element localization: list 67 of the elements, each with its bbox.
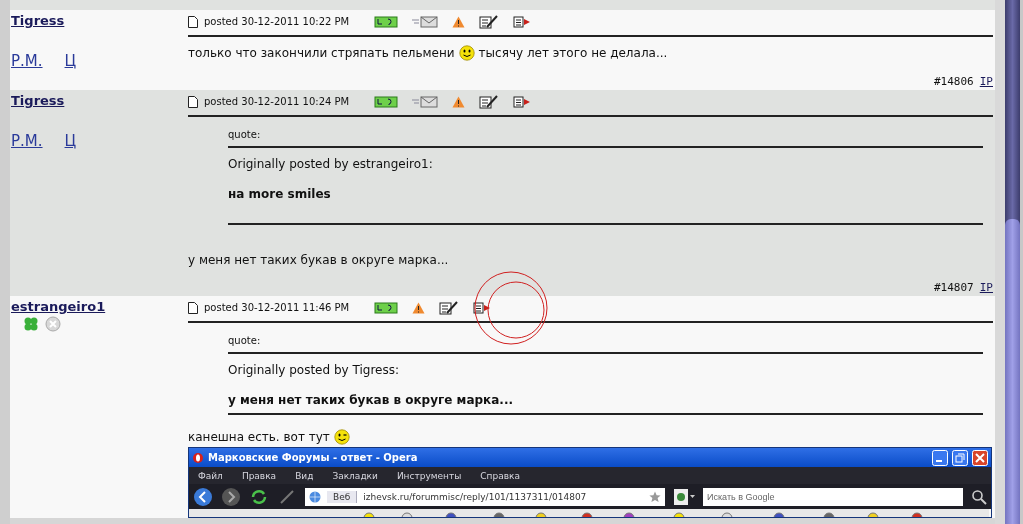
close-icon[interactable] — [972, 449, 988, 466]
search-icon[interactable] — [971, 488, 987, 505]
ip-link[interactable]: IP — [979, 281, 993, 294]
ip-link[interactable]: IP — [979, 75, 993, 88]
quote-label: quote: — [228, 129, 983, 148]
window-title: Марковские Форумы - ответ - Opera — [208, 452, 419, 463]
user-link[interactable]: Р.М. — [11, 132, 43, 150]
edit-icon[interactable] — [479, 14, 500, 29]
envelope-icon[interactable] — [412, 15, 439, 28]
profile-icon[interactable] — [374, 95, 399, 108]
search-engine-icon[interactable] — [673, 487, 695, 506]
menu-item[interactable]: Вид — [295, 470, 314, 481]
edit-icon[interactable] — [439, 300, 460, 315]
quote-icon[interactable] — [513, 15, 532, 28]
author-link[interactable]: Tigress — [11, 13, 188, 28]
quote-icon[interactable] — [513, 95, 532, 108]
author-link[interactable]: Tigress — [11, 93, 188, 108]
menu-item[interactable]: Закладки — [332, 470, 378, 481]
warning-icon[interactable] — [452, 15, 466, 28]
minimize-icon[interactable] — [932, 449, 948, 466]
post-date: posted 30-12-2011 10:22 PM — [204, 16, 350, 27]
menu-item[interactable]: Справка — [480, 470, 520, 481]
star-icon[interactable] — [649, 490, 661, 503]
quote-label: quote: — [228, 335, 983, 354]
post-number: #14806 — [934, 75, 974, 88]
quote-attribution: Originally posted by estrangeiro1: — [228, 157, 434, 171]
restore-icon[interactable] — [952, 449, 968, 466]
message-text: только что закончили стряпать пельмени — [188, 46, 455, 60]
scrollbar-track[interactable] — [1005, 0, 1020, 524]
globe-icon — [309, 490, 321, 503]
warning-icon[interactable] — [452, 95, 466, 108]
scrollbar-thumb[interactable] — [1005, 219, 1020, 524]
browser-logo-icon — [192, 451, 204, 464]
user-link[interactable]: Ц — [64, 52, 77, 70]
cross-circle-icon — [45, 316, 61, 332]
search-field[interactable]: Искать в Google — [703, 487, 963, 506]
post-date: posted 30-12-2011 11:46 PM — [204, 302, 350, 313]
page-icon — [188, 95, 198, 108]
smiley-icon — [458, 45, 475, 61]
warning-icon[interactable] — [412, 301, 426, 314]
menu-item[interactable]: Правка — [241, 470, 277, 481]
page-icon — [188, 301, 198, 314]
back-icon[interactable] — [193, 486, 213, 507]
menu-item[interactable]: Инструменты — [396, 470, 462, 481]
winking-smiley-icon — [333, 429, 350, 445]
address-field[interactable]: Веб izhevsk.ru/forummisc/reply/101/1137311/014807 — [305, 487, 665, 506]
profile-icon[interactable] — [374, 301, 399, 314]
envelope-icon[interactable] — [412, 95, 439, 108]
profile-icon[interactable] — [374, 15, 399, 28]
message-text: тысячу лет этого не делала... — [478, 46, 668, 60]
post-date: posted 30-12-2011 10:24 PM — [204, 96, 350, 107]
quote-text: у меня нет таких букав в округе марка... — [228, 393, 983, 415]
menu-item[interactable]: Файл — [198, 470, 223, 481]
message-text: канешна есть. вот тут — [188, 430, 330, 444]
quote-text: на more smiles — [228, 187, 983, 225]
post-number: #14807 — [934, 281, 974, 294]
url-text: izhevsk.ru/forummisc/reply/101/1137311/014807 — [363, 491, 588, 502]
clover-icon — [23, 316, 39, 332]
author-link[interactable]: estrangeiro1 — [11, 299, 188, 314]
user-link[interactable]: Ц — [64, 132, 77, 150]
quote-attribution: Originally posted by Tigress: — [228, 363, 400, 377]
user-link[interactable]: Р.М. — [11, 52, 43, 70]
message-text: у меня нет таких букав в округе марка... — [188, 253, 449, 267]
edit-icon[interactable] — [479, 94, 500, 109]
address-label: Веб — [327, 490, 358, 503]
page-icon — [188, 15, 198, 28]
forward-icon[interactable] — [221, 486, 241, 507]
